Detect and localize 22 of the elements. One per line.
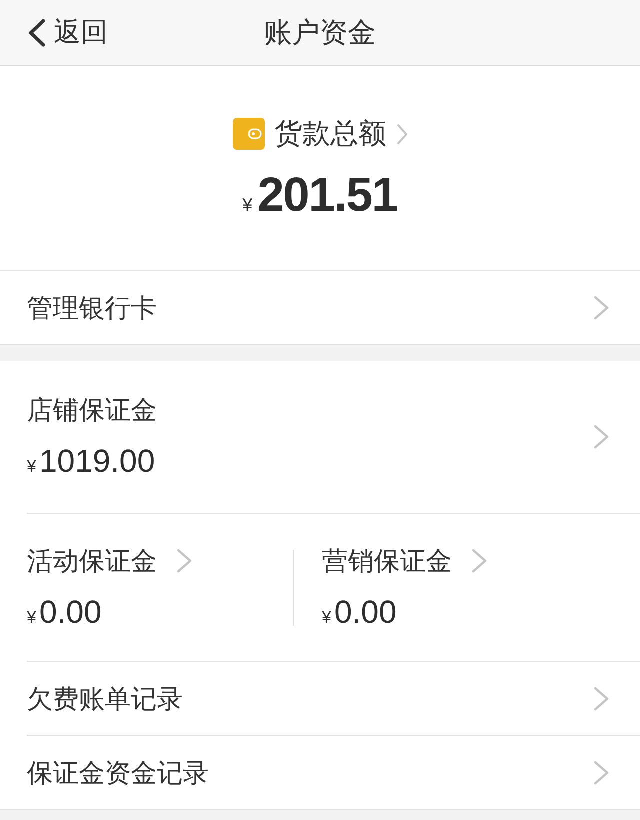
deposit-amount: ¥0.00 (27, 596, 102, 628)
deposit-label: 活动保证金 (27, 548, 157, 574)
deposit-amount: ¥0.00 (322, 596, 397, 628)
chevron-right-icon (594, 686, 609, 710)
deposit-label: 店铺保证金 (27, 397, 157, 423)
chevron-right-icon (594, 425, 609, 449)
balance-amount: ¥201.51 (242, 172, 398, 220)
chevron-right-icon (594, 296, 609, 320)
balance-link[interactable]: 货款总额 (232, 118, 408, 150)
list-item[interactable]: 保证金资金记录 (0, 736, 640, 809)
chevron-right-icon (472, 548, 487, 572)
chevron-right-icon (177, 548, 192, 572)
deposit-label: 营销保证金 (322, 548, 452, 574)
back-button[interactable]: 返回 (28, 18, 108, 46)
deposit-amount: ¥1019.00 (27, 445, 156, 477)
page-title: 账户资金 (264, 18, 376, 46)
list-item[interactable]: 管理银行卡 (0, 271, 640, 344)
chevron-right-icon (594, 760, 609, 784)
wallet-icon (232, 118, 264, 150)
list-item[interactable]: 欠费账单记录 (0, 662, 640, 735)
chevron-right-icon (396, 124, 408, 144)
back-icon (28, 18, 46, 46)
